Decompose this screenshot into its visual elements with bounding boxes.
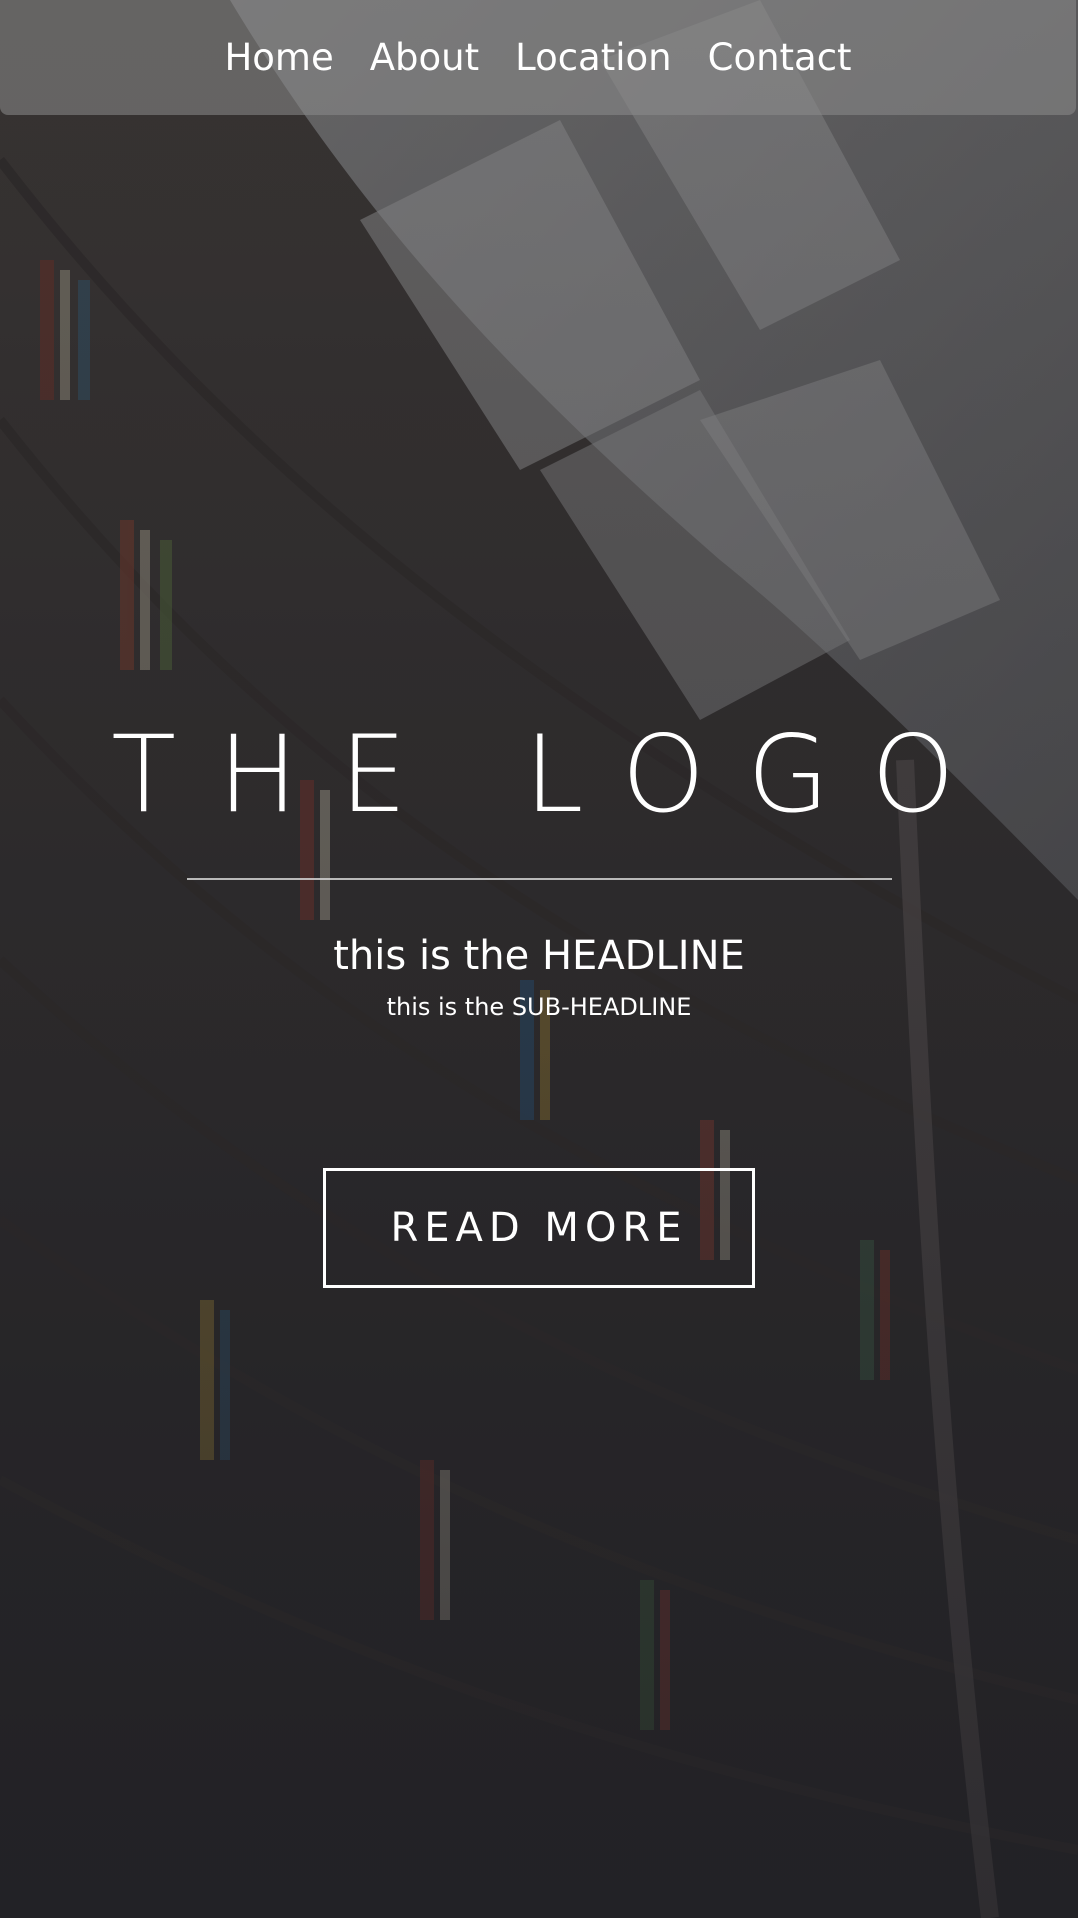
top-navigation-bar: Home About Location Contact xyxy=(0,0,1076,115)
page: Home About Location Contact THE LOGO thi… xyxy=(0,0,1078,1918)
hero-subheadline: this is the SUB-HEADLINE xyxy=(386,993,692,1021)
nav-link-home[interactable]: Home xyxy=(224,34,333,79)
nav-link-contact[interactable]: Contact xyxy=(708,34,852,79)
hero-headline: this is the HEADLINE xyxy=(333,933,745,979)
nav-link-about[interactable]: About xyxy=(370,34,479,79)
site-logo-title: THE LOGO xyxy=(111,713,997,836)
read-more-button[interactable]: READ MORE xyxy=(323,1168,755,1288)
logo-divider xyxy=(187,878,892,880)
nav-link-location[interactable]: Location xyxy=(515,34,672,79)
